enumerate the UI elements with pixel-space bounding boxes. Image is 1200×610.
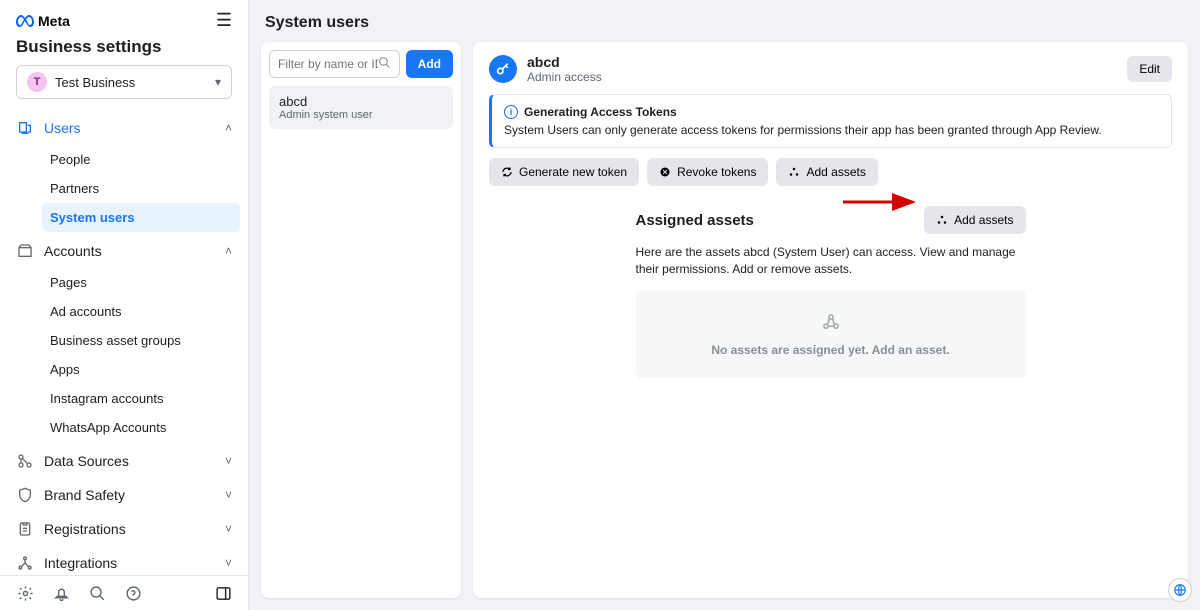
generate-token-button[interactable]: Generate new token [489, 158, 639, 186]
system-user-list-item[interactable]: abcd Admin system user [269, 86, 453, 129]
meta-logo: Meta [16, 13, 70, 29]
nav-integrations[interactable]: Integrations˅ [8, 546, 240, 575]
revoke-tokens-button[interactable]: Revoke tokens [647, 158, 768, 186]
sidebar-item-ad-accounts[interactable]: Ad accounts [42, 297, 240, 326]
clipboard-icon [16, 520, 34, 538]
users-icon [16, 119, 34, 137]
menu-icon[interactable]: ☰ [216, 10, 232, 31]
chevron-down-icon: ▾ [215, 75, 221, 89]
edit-button[interactable]: Edit [1127, 56, 1172, 82]
search-icon[interactable] [88, 584, 106, 602]
page-title: System users [249, 0, 1200, 42]
nav-registrations[interactable]: Registrations˅ [8, 512, 240, 546]
sidebar-item-partners[interactable]: Partners [42, 174, 240, 203]
help-icon[interactable] [124, 584, 142, 602]
sidebar-nav: Users ˄ People Partners System users Acc… [0, 111, 248, 575]
sidebar-footer [0, 575, 248, 610]
assigned-title: Assigned assets [636, 212, 754, 229]
globe-button[interactable] [1168, 578, 1192, 602]
nav-data-sources[interactable]: Data Sources˅ [8, 444, 240, 478]
chevron-down-icon: ˅ [225, 522, 232, 536]
chevron-down-icon: ˅ [225, 488, 232, 502]
info-icon: i [504, 105, 518, 119]
business-name: Test Business [55, 75, 135, 90]
integrations-icon [16, 554, 34, 572]
nav-users[interactable]: Users ˄ [8, 111, 240, 145]
sidebar-item-asset-groups[interactable]: Business asset groups [42, 326, 240, 355]
nav-brand-safety[interactable]: Brand Safety˅ [8, 478, 240, 512]
business-selector[interactable]: T Test Business ▾ [16, 65, 232, 99]
chevron-down-icon: ˅ [225, 556, 232, 570]
user-role: Admin system user [279, 109, 443, 121]
main-content: System users Add abcd Admin system user [249, 0, 1200, 610]
detail-user-role: Admin access [527, 70, 602, 84]
empty-state: No assets are assigned yet. Add an asset… [636, 290, 1026, 379]
accounts-icon [16, 242, 34, 260]
sidebar-item-system-users[interactable]: System users [42, 203, 240, 232]
assets-empty-icon [646, 312, 1016, 335]
add-assets-button[interactable]: Add assets [924, 206, 1025, 234]
info-card: i Generating Access Tokens System Users … [489, 94, 1172, 148]
sidebar-item-pages[interactable]: Pages [42, 268, 240, 297]
sidebar-item-people[interactable]: People [42, 145, 240, 174]
user-detail-panel: abcd Admin access Edit i Generating Acce… [473, 42, 1188, 598]
nav-accounts[interactable]: Accounts ˄ [8, 234, 240, 268]
assigned-assets-section: Assigned assets Add assets Here are the … [636, 206, 1026, 379]
sidebar-item-apps[interactable]: Apps [42, 355, 240, 384]
chevron-up-icon: ˄ [225, 121, 232, 135]
empty-text: No assets are assigned yet. Add an asset… [646, 343, 1016, 357]
info-title: Generating Access Tokens [524, 105, 677, 119]
sidebar: Meta ☰ Business settings T Test Business… [0, 0, 249, 610]
collapse-icon[interactable] [214, 584, 232, 602]
sidebar-item-whatsapp[interactable]: WhatsApp Accounts [42, 413, 240, 442]
assigned-description: Here are the assets abcd (System User) c… [636, 244, 1026, 278]
bell-icon[interactable] [52, 584, 70, 602]
settings-title: Business settings [16, 37, 232, 57]
users-list-panel: Add abcd Admin system user [261, 42, 461, 598]
chevron-up-icon: ˄ [225, 244, 232, 258]
shield-icon [16, 486, 34, 504]
gear-icon[interactable] [16, 584, 34, 602]
key-icon [489, 55, 517, 83]
search-input-wrapper[interactable] [269, 50, 400, 78]
data-sources-icon [16, 452, 34, 470]
sidebar-item-instagram[interactable]: Instagram accounts [42, 384, 240, 413]
chevron-down-icon: ˅ [225, 454, 232, 468]
detail-user-name: abcd [527, 54, 602, 70]
add-assets-button-top[interactable]: Add assets [776, 158, 877, 186]
search-icon [378, 56, 391, 72]
search-input[interactable] [278, 57, 378, 71]
user-name: abcd [279, 94, 443, 109]
add-user-button[interactable]: Add [406, 50, 453, 78]
business-avatar: T [27, 72, 47, 92]
info-body: System Users can only generate access to… [504, 123, 1159, 137]
